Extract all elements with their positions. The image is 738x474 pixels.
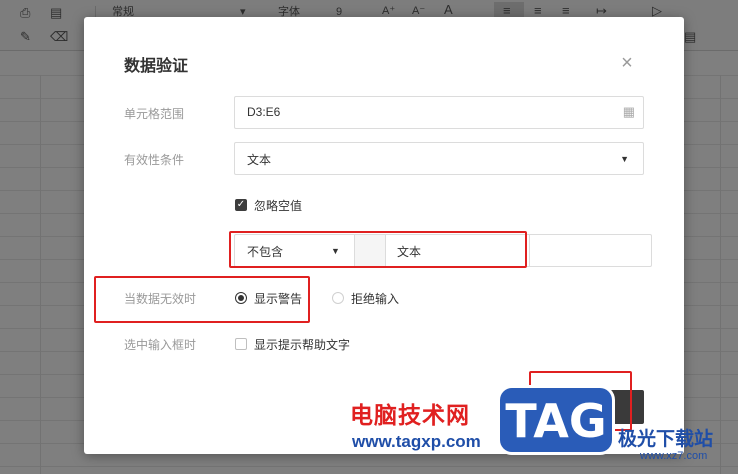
table-icon[interactable]: ▦ [623,104,635,120]
text-value: 文本 [397,245,422,259]
condition-value: 文本 [247,153,272,167]
condition-select[interactable]: 文本 ▼ [234,142,644,175]
range-input[interactable]: D3:E6 ▦ [234,96,644,129]
watermark-site: 极光下载站 [618,429,714,450]
chevron-down-icon: ▼ [620,154,629,164]
format-painter-icon[interactable]: ✎ [20,29,31,45]
help-text-checkbox[interactable] [235,338,247,350]
chevron-down-icon: ▼ [331,246,340,256]
dialog-title: 数据验证 [124,58,189,75]
font-grow-button[interactable]: A⁺ [382,4,395,18]
watermark-badge-text: TAG [505,394,607,448]
font-color-button[interactable]: A [444,3,453,17]
condition-label: 有效性条件 [124,153,185,167]
close-icon[interactable]: × [618,53,636,73]
text-value-input[interactable]: 文本 [385,235,530,266]
print-icon[interactable]: ⎙ [20,5,30,21]
grid-divider [40,75,41,474]
watermark-logo: TAG [500,388,612,452]
invalid-label: 当数据无效时 [124,292,197,306]
range-value: D3:E6 [247,105,281,119]
onselect-label: 选中输入框时 [124,338,197,352]
help-text-label: 显示提示帮助文字 [254,338,351,352]
warn-radio[interactable] [235,292,247,304]
operator-value: 不包含 [247,245,284,259]
ignore-blank-label: 忽略空值 [254,199,303,213]
reject-radio[interactable] [332,292,344,304]
paste-icon[interactable]: ▤ [50,5,62,21]
reject-label: 拒绝输入 [351,292,400,306]
operator-select[interactable]: 不包含 ▼ [235,235,353,266]
separator-cell [354,235,386,266]
watermark-url: www.tagxp.com [352,432,481,451]
eraser-icon[interactable]: ⌫ [50,29,68,45]
font-shrink-button[interactable]: A⁻ [412,4,425,18]
grid-divider [720,75,721,474]
watermark-site-url: www.xz7.com [640,450,708,462]
range-label: 单元格范围 [124,107,185,121]
sheet-icon[interactable]: ▤ [684,29,696,45]
warn-label: 显示警告 [254,292,303,306]
ignore-blank-checkbox[interactable]: ✓ [235,199,247,211]
watermark-text: 电脑技术网 [350,402,470,428]
rule-row: 不包含 ▼ 文本 [234,234,652,267]
